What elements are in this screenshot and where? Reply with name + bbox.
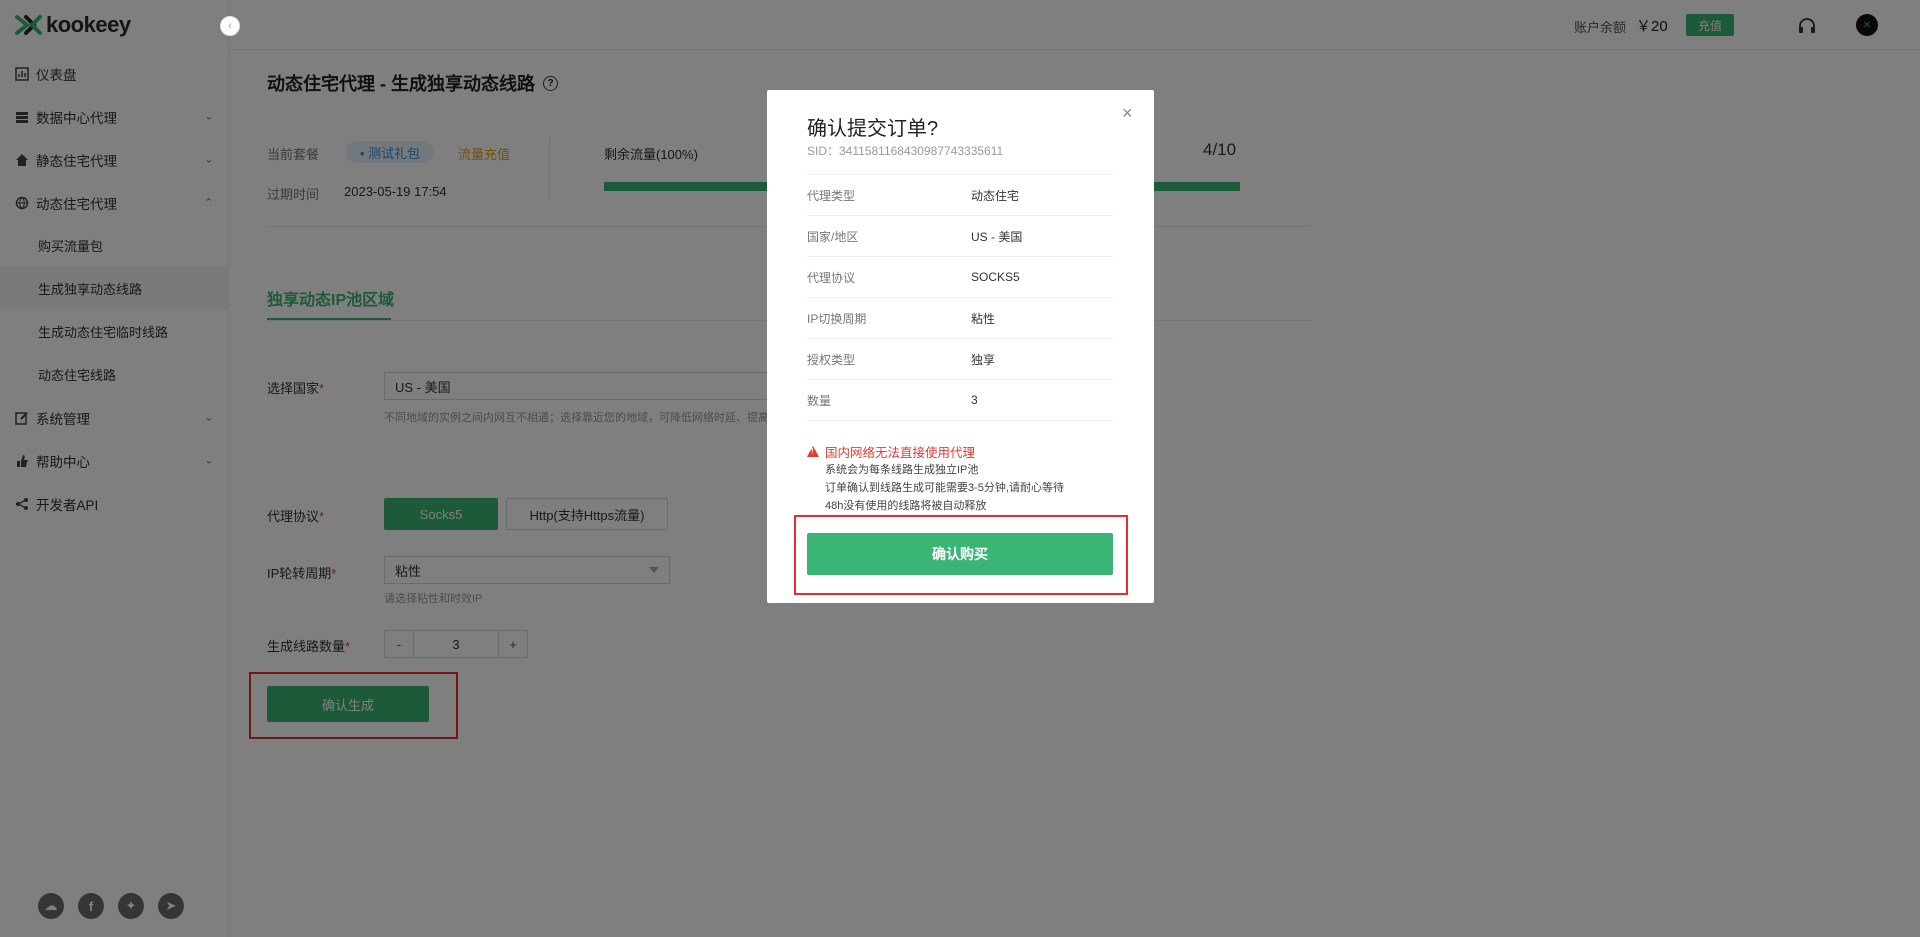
warning-text: 国内网络无法直接使用代理	[825, 446, 976, 460]
note-line: 订单确认到线路生成可能需要3-5分钟,请耐心等待	[825, 482, 1064, 494]
annotation-highlight-box	[794, 515, 1128, 595]
dialog-title: 确认提交订单?	[807, 118, 939, 140]
note-line: 48h没有使用的线路将被自动释放	[825, 500, 987, 512]
detail-row: 数量 3	[807, 380, 1113, 421]
detail-row: IP切换周期 粘性	[807, 298, 1113, 339]
sidebar-collapse-button[interactable]: ‹	[220, 16, 240, 36]
detail-row: 代理协议 SOCKS5	[807, 257, 1113, 298]
note-line: 系统会为每条线路生成独立IP池	[825, 464, 979, 476]
detail-row: 代理类型 动态住宅	[807, 175, 1113, 216]
warning-message: 国内网络无法直接使用代理	[807, 442, 975, 461]
confirm-order-dialog: × 确认提交订单? SID：3411581168430987743335611 …	[767, 90, 1154, 603]
warning-icon	[807, 446, 819, 457]
order-details: 代理类型 动态住宅 国家/地区 US - 美国 代理协议 SOCKS5 IP切换周期粘…	[807, 174, 1113, 421]
order-sid: SID：3411581168430987743335611	[807, 144, 1004, 158]
detail-row: 国家/地区 US - 美国	[807, 216, 1113, 257]
detail-row: 授权类型 独享	[807, 339, 1113, 380]
close-icon[interactable]: ×	[1122, 104, 1133, 122]
